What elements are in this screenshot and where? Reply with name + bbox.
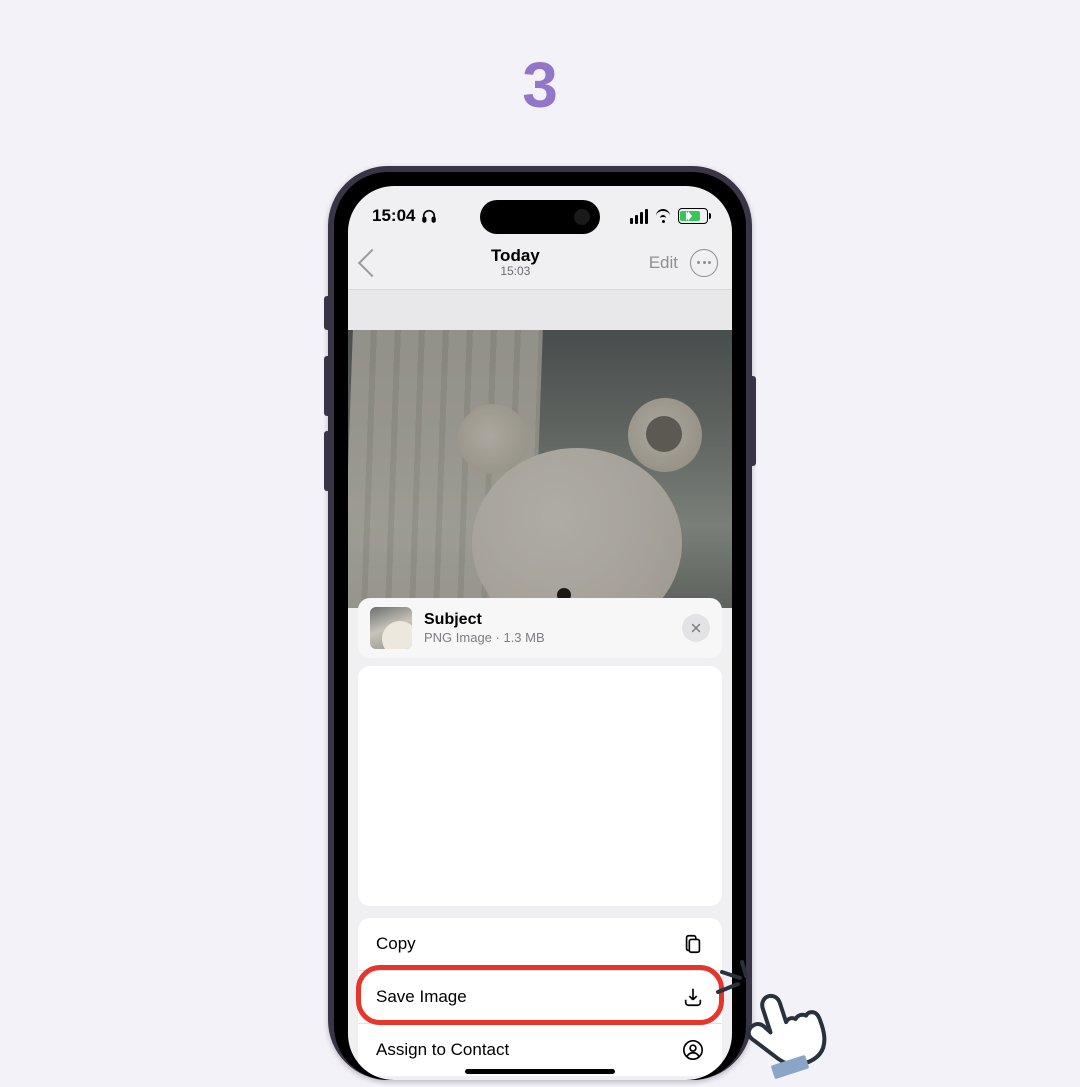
share-title: Subject bbox=[424, 610, 670, 630]
photo-teddy-bear bbox=[442, 398, 702, 608]
tap-cursor-icon bbox=[718, 962, 828, 1087]
share-sheet-header: Subject PNG Image · 1.3 MB bbox=[358, 598, 722, 658]
close-button[interactable] bbox=[682, 614, 710, 642]
step-number: 3 bbox=[522, 48, 558, 122]
share-apps-area bbox=[358, 666, 722, 906]
phone-frame: 15:04 Today 15:03 Edit bbox=[328, 166, 752, 1080]
edit-button[interactable]: Edit bbox=[649, 253, 678, 273]
home-indicator[interactable] bbox=[465, 1069, 615, 1074]
phone-silent-switch bbox=[324, 296, 328, 330]
share-actions-list: Copy Save Image Assign to Contact bbox=[358, 918, 722, 1076]
action-save-image-label: Save Image bbox=[376, 987, 467, 1007]
share-meta: PNG Image · 1.3 MB bbox=[424, 630, 670, 646]
contact-icon bbox=[682, 1039, 704, 1061]
action-copy-label: Copy bbox=[376, 934, 416, 954]
photo-preview[interactable] bbox=[348, 330, 732, 608]
action-assign-contact-label: Assign to Contact bbox=[376, 1040, 509, 1060]
nav-bar: Today 15:03 Edit bbox=[348, 236, 732, 290]
copy-icon bbox=[682, 933, 704, 955]
wifi-icon bbox=[654, 209, 672, 223]
toolbar-strip bbox=[348, 290, 732, 330]
phone-side-button bbox=[752, 376, 756, 466]
more-button[interactable] bbox=[690, 249, 718, 277]
battery-icon bbox=[678, 208, 708, 224]
cellular-icon bbox=[630, 209, 648, 224]
headphones-icon bbox=[421, 208, 437, 224]
phone-volume-up bbox=[324, 356, 328, 416]
dynamic-island bbox=[480, 200, 600, 234]
action-copy[interactable]: Copy bbox=[358, 918, 722, 970]
close-icon bbox=[690, 622, 702, 634]
nav-title: Today bbox=[382, 246, 649, 266]
nav-subtitle: 15:03 bbox=[382, 265, 649, 279]
phone-screen: 15:04 Today 15:03 Edit bbox=[348, 186, 732, 1080]
phone-volume-down bbox=[324, 431, 328, 491]
action-save-image[interactable]: Save Image bbox=[358, 970, 722, 1023]
download-icon bbox=[682, 986, 704, 1008]
share-thumbnail bbox=[370, 607, 412, 649]
status-time: 15:04 bbox=[372, 206, 415, 226]
